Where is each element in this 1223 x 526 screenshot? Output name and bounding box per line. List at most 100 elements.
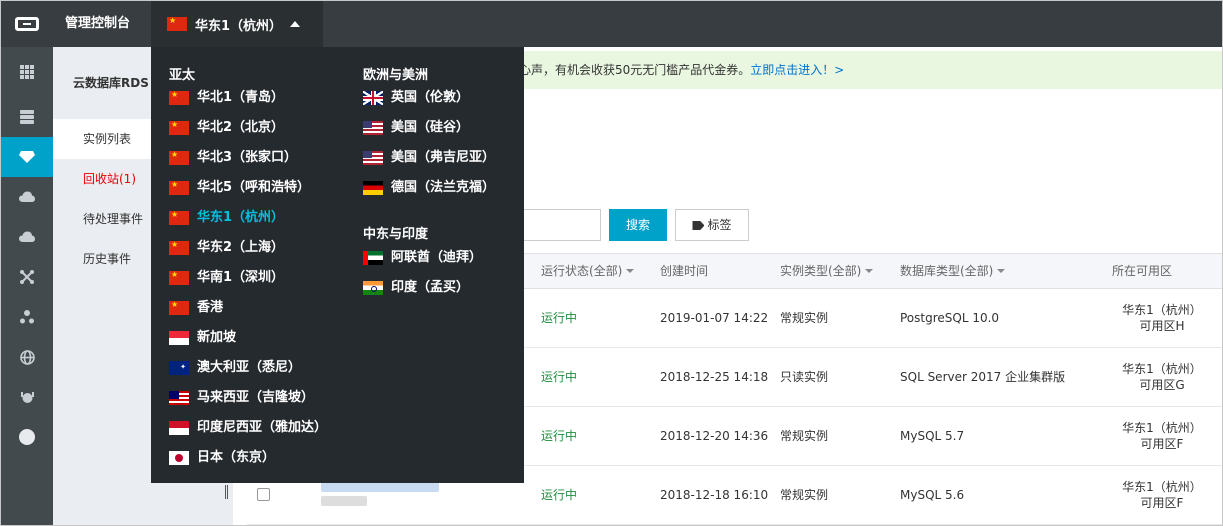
cloud-settings-icon[interactable]: [1, 177, 53, 217]
sg-flag-icon: [169, 331, 189, 345]
aliyun-logo-icon[interactable]: [1, 1, 53, 47]
created-cell: 2018-12-20 14:36: [660, 429, 769, 443]
region-option[interactable]: 新加坡: [169, 323, 236, 353]
jp-flag-icon: [169, 451, 189, 465]
status-cell: 运行中: [541, 488, 578, 502]
region-option[interactable]: 华北3（张家口）: [169, 143, 297, 173]
de-flag-icon: [363, 181, 383, 195]
col-run-status[interactable]: 运行状态(全部): [541, 254, 635, 288]
type-cell: 只读实例: [780, 370, 829, 384]
redacted-instance-id[interactable]: [321, 482, 439, 492]
region-option[interactable]: 华北5（呼和浩特）: [169, 173, 310, 203]
db-cell: MySQL 5.6: [900, 488, 965, 502]
region-option-label: 印度（孟买）: [391, 280, 470, 295]
col-zone: 所在可用区: [1112, 264, 1173, 278]
region-option-label: 华北3（张家口）: [197, 150, 298, 165]
region-option[interactable]: 华东2（上海）: [169, 233, 284, 263]
region-option[interactable]: 美国（硅谷）: [363, 113, 469, 143]
col-instance-type[interactable]: 实例类型(全部): [780, 254, 874, 288]
zone-cell: 华东1（杭州） 可用区G: [1122, 362, 1202, 392]
type-cell: 常规实例: [780, 488, 829, 502]
region-option-label: 美国（硅谷）: [391, 120, 470, 135]
zone-cell: 华东1（杭州） 可用区F: [1122, 421, 1202, 451]
created-cell: 2018-12-25 14:18: [660, 370, 769, 384]
globe-icon[interactable]: [1, 337, 53, 377]
region-option[interactable]: 美国（弗吉尼亚）: [363, 143, 495, 173]
search-button[interactable]: 搜索: [609, 209, 667, 241]
au-flag-icon: [169, 361, 189, 375]
product-icon-sidebar: [1, 47, 53, 525]
dropdown-caret-icon: [626, 269, 635, 273]
tag-filter-button[interactable]: 标签: [675, 209, 749, 241]
col-db-type[interactable]: 数据库类型(全部): [900, 254, 1006, 288]
region-option[interactable]: 华南1（深圳）: [169, 263, 284, 293]
region-option[interactable]: 印度尼西亚（雅加达）: [169, 413, 327, 443]
server-stack-icon[interactable]: [1, 97, 53, 137]
region-option-label: 华南1（深圳）: [197, 270, 285, 285]
search-input[interactable]: [523, 209, 601, 241]
europe-america-title: 欧洲与美洲: [363, 68, 429, 83]
asia-pacific-title: 亚太: [169, 68, 196, 83]
db-cell: SQL Server 2017 企业集群版: [900, 370, 1066, 384]
region-option-label: 日本（东京）: [197, 450, 276, 465]
cn-flag-icon: [169, 89, 189, 105]
us-flag-icon: [363, 151, 383, 165]
my-flag-icon: [169, 391, 189, 405]
status-cell: 运行中: [541, 429, 578, 443]
network-cross-icon[interactable]: [1, 257, 53, 297]
region-option[interactable]: 德国（法兰克福）: [363, 173, 495, 203]
status-cell: 运行中: [541, 370, 578, 384]
console-title[interactable]: 管理控制台: [65, 1, 130, 47]
region-option[interactable]: 澳大利亚（悉尼）: [169, 353, 301, 383]
zone-cell: 华东1（杭州） 可用区F: [1122, 480, 1202, 510]
region-option-label: 澳大利亚（悉尼）: [197, 360, 302, 375]
zone-cell: 华东1（杭州） 可用区H: [1122, 303, 1202, 333]
region-option[interactable]: 华北2（北京）: [169, 113, 284, 143]
cn-flag-icon: [169, 209, 189, 225]
redacted-instance-name: [321, 496, 367, 506]
bug-monitor-icon[interactable]: [1, 377, 53, 417]
caret-up-icon: [290, 21, 301, 27]
region-option[interactable]: 阿联酋（迪拜）: [363, 243, 482, 273]
tag-icon: [692, 221, 705, 230]
middle-east-india-title: 中东与印度: [363, 227, 429, 242]
region-option-label: 英国（伦敦）: [391, 90, 470, 105]
region-option[interactable]: 英国（伦敦）: [363, 83, 469, 113]
dropdown-caret-icon: [865, 269, 874, 273]
row-checkbox[interactable]: [257, 488, 270, 501]
notice-link[interactable]: 立即点击进入！>: [750, 63, 844, 77]
region-option-label: 美国（弗吉尼亚）: [391, 150, 496, 165]
ae-flag-icon: [363, 251, 383, 265]
circle-app-icon[interactable]: [1, 417, 53, 457]
rds-database-icon[interactable]: [1, 137, 53, 177]
cn-flag-icon: [169, 299, 189, 315]
created-cell: 2019-01-07 14:22: [660, 311, 769, 325]
type-cell: 常规实例: [780, 429, 829, 443]
table-scroll-handle[interactable]: [225, 485, 233, 499]
region-option[interactable]: 华东1（杭州）: [169, 203, 284, 233]
region-option[interactable]: 印度（孟买）: [363, 273, 469, 303]
cluster-nodes-icon[interactable]: [1, 297, 53, 337]
created-cell: 2018-12-18 16:10: [660, 488, 769, 502]
region-option-label: 德国（法兰克福）: [391, 180, 496, 195]
region-option-label: 阿联酋（迪拜）: [391, 250, 483, 265]
current-region-label: 华东1（杭州）: [195, 18, 283, 34]
tag-button-label: 标签: [707, 218, 732, 232]
cloud-upload-icon[interactable]: [1, 217, 53, 257]
region-option[interactable]: 马来西亚（吉隆坡）: [169, 383, 314, 413]
china-flag-icon: [167, 15, 187, 31]
region-option-label: 华北1（青岛）: [197, 90, 285, 105]
col-created-time: 创建时间: [660, 264, 709, 278]
cn-flag-icon: [169, 179, 189, 195]
grid-menu-icon[interactable]: [1, 47, 53, 97]
status-cell: 运行中: [541, 311, 578, 325]
cn-flag-icon: [169, 119, 189, 135]
region-option[interactable]: 日本（东京）: [169, 443, 275, 473]
db-cell: MySQL 5.7: [900, 429, 965, 443]
dropdown-caret-icon: [997, 269, 1006, 273]
region-selector[interactable]: 华东1（杭州）: [151, 1, 323, 47]
db-cell: PostgreSQL 10.0: [900, 311, 1000, 325]
region-option[interactable]: 华北1（青岛）: [169, 83, 284, 113]
region-option-label: 马来西亚（吉隆坡）: [197, 390, 315, 405]
region-option[interactable]: 香港: [169, 293, 223, 323]
